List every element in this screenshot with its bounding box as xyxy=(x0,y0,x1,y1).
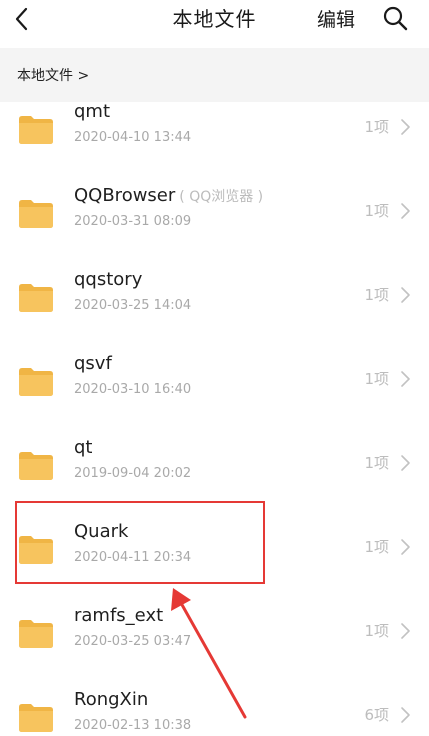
search-button[interactable] xyxy=(381,4,409,32)
breadcrumb-bar: 本地文件 > xyxy=(0,48,429,102)
breadcrumb[interactable]: 本地文件 > xyxy=(17,65,89,85)
folder-date: 2019-09-04 20:02 xyxy=(74,466,192,481)
chevron-right-icon xyxy=(401,455,410,471)
top-bar: 本地文件 编辑 xyxy=(0,0,429,48)
chevron-right-icon xyxy=(401,287,410,303)
chevron-right-icon xyxy=(401,371,410,387)
chevron-right-icon xyxy=(401,119,410,135)
folder-item-count: 6项 xyxy=(364,706,389,724)
folder-alias: ( QQ浏览器 ) xyxy=(179,189,264,205)
folder-row-qt[interactable]: qt 2019-09-04 20:02 1项 xyxy=(0,426,429,510)
folder-name: qqstory xyxy=(74,269,143,290)
chevron-right-icon xyxy=(401,623,410,639)
folder-row-qqbrowser[interactable]: QQBrowser( QQ浏览器 ) 2020-03-31 08:09 1项 xyxy=(0,174,429,258)
folder-date: 2020-03-31 08:09 xyxy=(74,214,192,229)
folder-date: 2020-03-25 03:47 xyxy=(74,634,192,649)
folder-item-count: 1项 xyxy=(364,538,389,556)
highlight-annotation-box xyxy=(15,501,265,584)
folder-name: qt xyxy=(74,437,93,458)
folder-date: 2020-04-10 13:44 xyxy=(74,130,192,145)
folder-item-count: 1项 xyxy=(364,454,389,472)
chevron-right-icon xyxy=(401,203,410,219)
search-icon xyxy=(383,6,408,31)
folder-item-count: 1项 xyxy=(364,202,389,220)
folder-icon xyxy=(19,200,53,228)
folder-name: RongXin xyxy=(74,689,149,710)
folder-icon xyxy=(19,704,53,732)
folder-row-rongxin[interactable]: RongXin 2020-02-13 10:38 6项 xyxy=(0,678,429,736)
folder-item-count: 1项 xyxy=(364,370,389,388)
folder-item-count: 1项 xyxy=(364,622,389,640)
folder-list[interactable]: qmt 2020-04-10 13:44 1项 QQBrowser( QQ浏览器… xyxy=(0,102,429,736)
folder-icon xyxy=(19,368,53,396)
folder-icon xyxy=(19,452,53,480)
folder-icon xyxy=(19,116,53,144)
folder-date: 2020-02-13 10:38 xyxy=(74,718,192,733)
folder-name: ramfs_ext xyxy=(74,605,164,626)
folder-date: 2020-03-25 14:04 xyxy=(74,298,192,313)
chevron-right-icon xyxy=(401,707,410,723)
folder-item-count: 1项 xyxy=(364,118,389,136)
folder-row-qmt[interactable]: qmt 2020-04-10 13:44 1项 xyxy=(0,102,429,174)
folder-row-qqstory[interactable]: qqstory 2020-03-25 14:04 1项 xyxy=(0,258,429,342)
folder-row-qsvf[interactable]: qsvf 2020-03-10 16:40 1项 xyxy=(0,342,429,426)
folder-item-count: 1项 xyxy=(364,286,389,304)
page-title: 本地文件 xyxy=(172,7,257,31)
folder-date: 2020-03-10 16:40 xyxy=(74,382,192,397)
folder-name: QQBrowser( QQ浏览器 ) xyxy=(74,185,264,206)
folder-row-ramfs-ext[interactable]: ramfs_ext 2020-03-25 03:47 1项 xyxy=(0,594,429,678)
edit-button[interactable]: 编辑 xyxy=(317,5,355,32)
folder-name: qsvf xyxy=(74,353,112,374)
folder-name: qmt xyxy=(74,102,111,122)
folder-icon xyxy=(19,620,53,648)
folder-icon xyxy=(19,284,53,312)
chevron-right-icon xyxy=(401,539,410,555)
